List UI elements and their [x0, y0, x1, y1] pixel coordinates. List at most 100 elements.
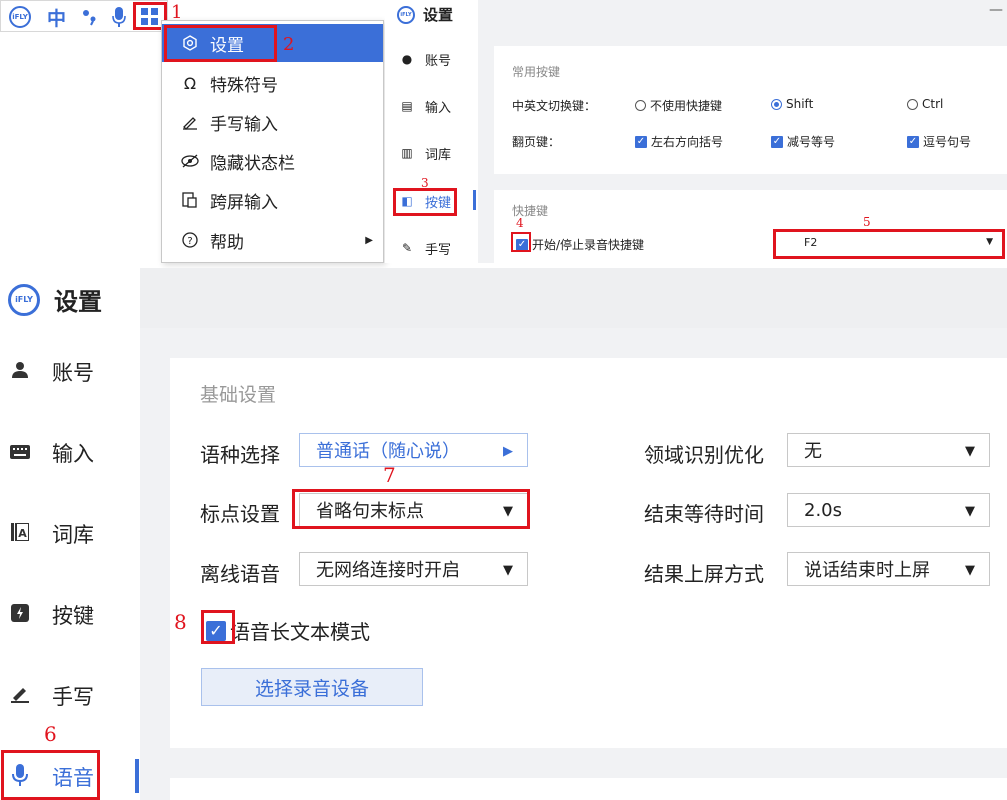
wait-time-label: 结束等待时间: [644, 502, 764, 526]
menu-item-label: 跨屏输入: [210, 192, 278, 213]
menu-item-label: 特殊符号: [210, 75, 278, 96]
ifly-logo: iFLY: [9, 6, 31, 28]
radio-selected: [771, 98, 782, 110]
option-label: 左右方向括号: [651, 135, 724, 149]
top-nav-label: 词库: [425, 147, 452, 163]
option-label: Shift: [786, 97, 814, 111]
top-nav-item-input[interactable]: ▤ 输入: [385, 91, 477, 121]
top-nav-label: 输入: [425, 100, 452, 116]
bottom-settings-header: iFLY 设置: [8, 282, 102, 317]
annotation-number-2: 2: [283, 34, 295, 55]
annotation-number-5: 5: [863, 215, 871, 229]
top-nav-item-handwriting[interactable]: ✎ 手写: [385, 233, 477, 263]
menu-item-special-symbols[interactable]: Ω 特殊符号: [162, 64, 383, 102]
language-select[interactable]: 普通话（随心说） ▶: [299, 433, 528, 467]
keyboard-icon: [8, 443, 32, 464]
section-title: 常用按键: [512, 65, 561, 79]
caret-down-icon: ▼: [965, 444, 975, 459]
switch-option-none[interactable]: 不使用快捷键: [635, 97, 722, 114]
caret-down-icon: ▼: [965, 563, 975, 578]
bottom-settings-sidebar: iFLY 设置 账号 输入 A 词库 按键 手写 语音: [0, 268, 140, 800]
select-recording-device-button[interactable]: 选择录音设备: [201, 668, 423, 706]
active-indicator: [135, 759, 139, 793]
menu-item-label: 帮助: [210, 232, 244, 253]
ifly-logo: iFLY: [397, 5, 415, 24]
select-value: 2.0s: [804, 499, 843, 521]
omega-icon: Ω: [183, 73, 197, 93]
next-settings-card: [170, 778, 1007, 800]
svg-text:A: A: [18, 527, 27, 540]
output-mode-select[interactable]: 说话结束时上屏 ▼: [787, 552, 990, 586]
lang-toggle-button[interactable]: 中: [47, 7, 66, 30]
offline-voice-label: 离线语音: [200, 562, 280, 586]
top-nav-item-lexicon[interactable]: ▥ 词库: [385, 138, 477, 168]
punctuation-icon[interactable]: [81, 7, 99, 27]
submenu-arrow-icon: ▶: [365, 234, 373, 246]
menu-item-help[interactable]: ? 帮助 ▶: [162, 221, 383, 259]
key-icon: [8, 603, 32, 627]
select-value: 无: [804, 441, 822, 462]
pen-icon: ✎: [401, 241, 413, 255]
option-label: 不使用快捷键: [650, 99, 723, 113]
bottom-settings-title: 设置: [54, 288, 102, 316]
bottom-nav-item-account[interactable]: 账号: [0, 347, 140, 397]
offline-voice-select[interactable]: 无网络连接时开启 ▼: [299, 552, 528, 586]
hide-icon: [176, 154, 204, 168]
user-icon: ●: [401, 52, 413, 66]
annotation-number-7: 7: [383, 463, 396, 487]
menu-item-hide-statusbar[interactable]: 隐藏状态栏: [162, 142, 383, 180]
checkbox-checked: ✓: [635, 135, 647, 148]
bottom-nav-label: 账号: [52, 361, 94, 385]
common-keys-card: 常用按键 中英文切换键： 不使用快捷键 Shift Ctrl 翻页键： ✓ 左右方…: [494, 46, 1007, 174]
wait-time-select[interactable]: 2.0s ▼: [787, 493, 990, 527]
option-label: 开始/停止录音快捷键: [532, 238, 645, 252]
record-shortcut-checkbox[interactable]: ✓ 开始/停止录音快捷键: [516, 236, 644, 253]
option-label: 减号等号: [787, 135, 836, 149]
bottom-nav-label: 手写: [52, 685, 94, 709]
option-label: 逗号句号: [923, 135, 972, 149]
top-settings-content: — 常用按键 中英文切换键： 不使用快捷键 Shift Ctrl 翻页键： ✓ 左…: [478, 0, 1007, 263]
bottom-nav-item-handwriting[interactable]: 手写: [0, 671, 140, 721]
ifly-logo-icon[interactable]: iFLY: [9, 6, 31, 28]
bottom-nav-item-input[interactable]: 输入: [0, 428, 140, 478]
option-label: Ctrl: [922, 97, 944, 111]
cross-screen-icon: [176, 192, 204, 208]
page-option-brackets[interactable]: ✓ 左右方向括号: [635, 133, 723, 150]
radio: [635, 100, 646, 111]
top-settings-header: iFLY 设置: [397, 4, 453, 25]
domain-select[interactable]: 无 ▼: [787, 433, 990, 467]
select-value: 说话结束时上屏: [804, 560, 930, 581]
basic-settings-card: 基础设置 语种选择 普通话（随心说） ▶ 标点设置 省略句末标点 ▼ 离线语音 …: [170, 358, 1007, 748]
bottom-nav-item-keys[interactable]: 按键: [0, 590, 140, 640]
annotation-number-3: 3: [421, 176, 429, 190]
select-value: 普通话（随心说）: [316, 441, 460, 462]
checkbox-checked: ✓: [771, 135, 783, 148]
page-option-minus-equal[interactable]: ✓ 减号等号: [771, 133, 835, 150]
checkbox-checked: ✓: [907, 135, 919, 148]
microphone-icon[interactable]: [112, 7, 126, 27]
annotation-number-4: 4: [516, 216, 524, 230]
annotation-box-6: [1, 750, 100, 800]
annotation-box-7: [292, 489, 530, 529]
caret-right-icon: ▶: [503, 444, 513, 459]
punctuation-label: 标点设置: [200, 502, 280, 526]
language-label: 语种选择: [200, 443, 280, 467]
switch-key-label: 中英文切换键：: [512, 99, 597, 113]
select-value: 无网络连接时开启: [316, 560, 460, 581]
menu-item-handwriting[interactable]: 手写输入: [162, 103, 383, 141]
bottom-nav-label: 按键: [52, 604, 94, 628]
pen-icon: [8, 685, 32, 708]
annotation-box-2: [164, 25, 277, 62]
annotation-box-4: [511, 232, 531, 252]
menu-item-cross-screen[interactable]: 跨屏输入: [162, 181, 383, 219]
caret-down-icon: ▼: [503, 563, 513, 578]
top-nav-item-account[interactable]: ● 账号: [385, 44, 477, 74]
radio: [907, 98, 918, 110]
page-option-comma-period[interactable]: ✓ 逗号句号: [907, 133, 971, 150]
minimize-icon[interactable]: —: [989, 2, 1003, 18]
bottom-nav-item-lexicon[interactable]: A 词库: [0, 509, 140, 559]
ifly-logo: iFLY: [8, 283, 40, 316]
bottom-nav-label: 词库: [52, 523, 94, 547]
switch-option-ctrl[interactable]: Ctrl: [907, 97, 943, 111]
switch-option-shift[interactable]: Shift: [771, 97, 813, 111]
